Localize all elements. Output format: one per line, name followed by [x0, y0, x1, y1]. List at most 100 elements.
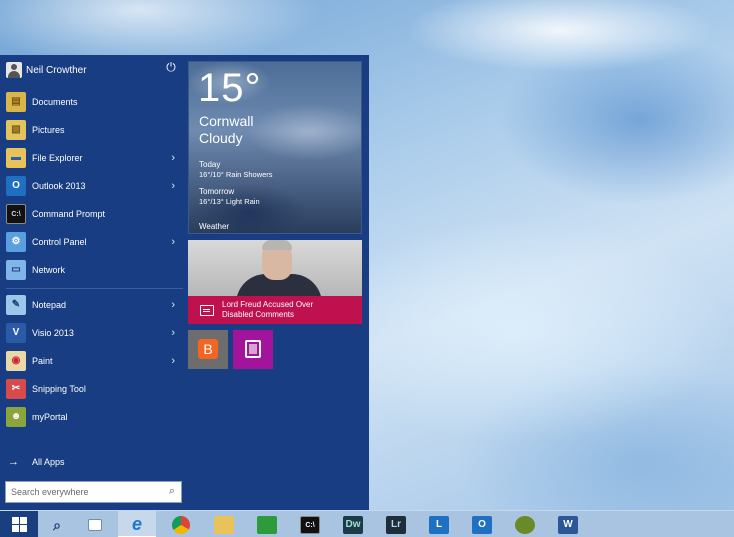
news-headline: Lord Freud Accused Over Disabled Comment…	[222, 300, 314, 319]
menu-item-label: Notepad	[32, 300, 67, 310]
news-icon	[200, 304, 214, 316]
taskbar-command-prompt[interactable]: C:\	[291, 511, 329, 537]
weather-city: Cornwall	[199, 113, 254, 129]
chevron-right-icon[interactable]: ›	[171, 354, 175, 368]
onenote-icon	[245, 340, 261, 358]
documents-icon: ▤	[6, 92, 26, 112]
dreamweaver-icon: Dw	[343, 515, 363, 534]
menu-item-command-prompt[interactable]: C:\ Command Prompt	[0, 201, 183, 227]
search-icon: ⌕	[53, 516, 61, 533]
power-icon[interactable]: ⏻	[163, 59, 179, 75]
taskbar-lightroom[interactable]: Lr	[377, 511, 415, 537]
start-menu: Neil Crowther ⏻ ▤ Documents ▧ Pictures ▬…	[0, 55, 369, 510]
menu-item-documents[interactable]: ▤ Documents	[0, 89, 183, 115]
menu-item-label: Visio 2013	[32, 328, 74, 338]
control-panel-icon: ⚙	[6, 232, 26, 252]
myportal-icon: ☻	[6, 407, 26, 427]
visio-icon: V	[6, 323, 26, 343]
file-explorer-icon	[214, 515, 234, 534]
menu-item-pictures[interactable]: ▧ Pictures	[0, 117, 183, 143]
taskbar: ⌕ e C:\ Dw Lr L O W	[0, 510, 734, 537]
taskbar-file-explorer[interactable]	[205, 511, 243, 537]
menu-item-label: Paint	[32, 356, 53, 366]
news-headline-bar: Lord Freud Accused Over Disabled Comment…	[188, 296, 362, 324]
weather-tomorrow-detail: 16°/13° Light Rain	[199, 197, 260, 206]
weather-tile-name: Weather	[199, 222, 230, 231]
taskbar-outlook[interactable]: O	[463, 511, 501, 537]
command-prompt-icon: C:\	[300, 515, 320, 534]
internet-explorer-icon: e	[131, 513, 142, 534]
search-box[interactable]: ⌕	[5, 481, 182, 503]
menu-item-control-panel[interactable]: ⚙ Control Panel ›	[0, 229, 183, 255]
task-view-icon	[88, 518, 102, 531]
chevron-right-icon[interactable]: ›	[171, 151, 175, 165]
taskbar-dreamweaver[interactable]: Dw	[334, 511, 372, 537]
all-apps-button[interactable]: → All Apps	[0, 454, 183, 470]
menu-item-label: Snipping Tool	[32, 384, 86, 394]
onenote-tile[interactable]	[233, 330, 273, 369]
menu-item-label: Command Prompt	[32, 209, 106, 219]
taskbar-internet-explorer[interactable]: e	[118, 511, 156, 537]
myportal-icon	[515, 515, 535, 534]
file-explorer-icon: ▬	[6, 148, 26, 168]
weather-tile[interactable]: 15° Cornwall Cloudy Today 16°/10° Rain S…	[188, 61, 362, 234]
weather-today-detail: 16°/10° Rain Showers	[199, 170, 273, 179]
word-icon: W	[558, 515, 578, 534]
arrow-right-icon: →	[8, 456, 19, 468]
command-prompt-icon: C:\	[6, 204, 26, 224]
menu-item-label: Outlook 2013	[32, 181, 86, 191]
windows-start-icon	[11, 517, 27, 532]
task-view-button[interactable]	[76, 511, 114, 537]
network-icon: ▭	[6, 260, 26, 280]
weather-tomorrow-label: Tomorrow	[199, 187, 235, 196]
menu-item-paint[interactable]: ◉ Paint ›	[0, 348, 183, 374]
user-avatar-icon	[6, 62, 22, 78]
taskbar-word[interactable]: W	[549, 511, 587, 537]
menu-item-label: Control Panel	[32, 237, 87, 247]
outlook-icon: O	[6, 176, 26, 196]
user-name: Neil Crowther	[26, 64, 87, 76]
outlook-icon: O	[472, 515, 492, 534]
lightroom-icon: Lr	[386, 515, 406, 534]
taskbar-search-button[interactable]: ⌕	[38, 511, 76, 537]
taskbar-store[interactable]	[248, 511, 286, 537]
all-apps-label: All Apps	[32, 457, 65, 467]
menu-item-myportal[interactable]: ☻ myPortal	[0, 404, 183, 430]
menu-item-label: File Explorer	[32, 153, 83, 163]
menu-item-label: Network	[32, 265, 66, 275]
search-input[interactable]	[11, 487, 156, 497]
separator	[6, 288, 183, 289]
user-account[interactable]: Neil Crowther	[0, 58, 183, 82]
notepad-icon: ✎	[6, 295, 26, 315]
chevron-right-icon[interactable]: ›	[171, 235, 175, 249]
menu-item-label: Pictures	[32, 125, 65, 135]
menu-item-label: Documents	[32, 97, 78, 107]
pictures-icon: ▧	[6, 120, 26, 140]
chevron-right-icon[interactable]: ›	[171, 298, 175, 312]
start-menu-app-list: Neil Crowther ⏻ ▤ Documents ▧ Pictures ▬…	[0, 55, 183, 510]
menu-item-notepad[interactable]: ✎ Notepad ›	[0, 292, 183, 318]
chrome-icon	[172, 515, 190, 534]
menu-item-file-explorer[interactable]: ▬ File Explorer ›	[0, 145, 183, 171]
blogger-tile[interactable]: B	[188, 330, 228, 369]
news-tile[interactable]: Lord Freud Accused Over Disabled Comment…	[188, 240, 362, 324]
snipping-tool-icon: ✂	[6, 379, 26, 399]
menu-item-visio[interactable]: V Visio 2013 ›	[0, 320, 183, 346]
menu-item-snipping-tool[interactable]: ✂ Snipping Tool	[0, 376, 183, 402]
menu-item-network[interactable]: ▭ Network	[0, 257, 183, 283]
chevron-right-icon[interactable]: ›	[171, 326, 175, 340]
weather-temperature: 15°	[198, 66, 262, 110]
menu-item-outlook[interactable]: O Outlook 2013 ›	[0, 173, 183, 199]
chevron-right-icon[interactable]: ›	[171, 179, 175, 193]
menu-item-label: myPortal	[32, 412, 68, 422]
weather-condition: Cloudy	[199, 130, 243, 146]
search-icon[interactable]: ⌕	[169, 485, 175, 498]
store-icon	[257, 515, 277, 534]
taskbar-myportal[interactable]	[506, 511, 544, 537]
news-photo	[188, 240, 362, 304]
blogger-icon: B	[198, 339, 218, 359]
start-button[interactable]	[0, 511, 38, 537]
lync-icon: L	[429, 515, 449, 534]
taskbar-lync[interactable]: L	[420, 511, 458, 537]
taskbar-chrome[interactable]	[162, 511, 200, 537]
